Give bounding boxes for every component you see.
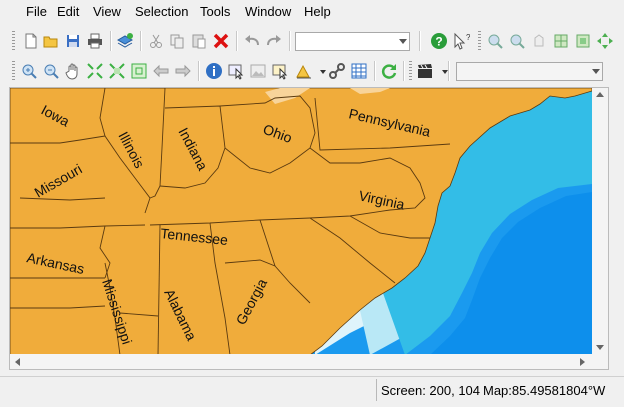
back-icon[interactable] <box>152 62 170 80</box>
separator <box>448 61 450 81</box>
map-canvas[interactable]: Iowa Illinois Indiana Ohio Pennsylvania … <box>9 87 609 370</box>
toolbar-grip[interactable] <box>12 31 15 51</box>
scroll-up-icon[interactable] <box>596 92 604 97</box>
svg-text:?: ? <box>466 33 470 42</box>
toolbar-grip[interactable] <box>409 61 412 81</box>
map-toolbar <box>0 57 624 85</box>
select-icon[interactable] <box>227 62 245 80</box>
separator <box>289 31 291 51</box>
scroll-left-icon[interactable] <box>15 358 20 366</box>
delete-icon[interactable] <box>212 32 230 50</box>
zoom-in-icon[interactable] <box>20 62 38 80</box>
add-layer-icon[interactable] <box>116 32 134 50</box>
undo-icon[interactable] <box>243 32 261 50</box>
chevron-down-icon[interactable] <box>314 62 326 80</box>
vertical-scrollbar[interactable] <box>592 88 608 355</box>
image-icon[interactable] <box>249 62 267 80</box>
whats-this-icon[interactable]: ? <box>452 32 470 50</box>
menu-tools[interactable]: Tools <box>200 4 230 19</box>
select-rect-icon[interactable] <box>271 62 289 80</box>
separator <box>419 31 421 51</box>
new-icon[interactable] <box>22 32 40 50</box>
chevron-down-icon[interactable] <box>436 62 448 80</box>
toolbar-grip[interactable] <box>12 61 15 81</box>
refresh-icon[interactable] <box>380 62 398 80</box>
svg-text:?: ? <box>435 35 442 49</box>
draw-icon[interactable] <box>295 62 313 80</box>
zoom-out-icon[interactable] <box>42 62 60 80</box>
menu-edit[interactable]: Edit <box>57 4 79 19</box>
main-toolbar: ? ? <box>0 27 624 55</box>
zoom-extent-icon[interactable] <box>86 62 104 80</box>
map-svg: Iowa Illinois Indiana Ohio Pennsylvania … <box>10 88 592 355</box>
menu-view[interactable]: View <box>93 4 121 19</box>
separator <box>140 31 142 51</box>
separator <box>198 61 200 81</box>
menu-bar: File Edit View Selection Tools Window He… <box>0 0 624 24</box>
identify-icon[interactable] <box>205 62 223 80</box>
link-icon[interactable] <box>328 62 346 80</box>
open-icon[interactable] <box>42 32 60 50</box>
zoom-in-icon[interactable] <box>486 32 504 50</box>
chevron-down-icon <box>399 39 407 44</box>
full-extent-icon[interactable] <box>108 62 126 80</box>
toolbar-grip[interactable] <box>478 31 481 51</box>
status-screen-coords: Screen: 200, 104 <box>381 383 481 398</box>
menu-window[interactable]: Window <box>245 4 291 19</box>
status-bar: Screen: 200, 104 Map:85.49581804°W <box>0 376 624 407</box>
zoom-selection-icon[interactable] <box>574 32 592 50</box>
scroll-right-icon[interactable] <box>580 358 585 366</box>
zoom-box-icon[interactable] <box>130 62 148 80</box>
pan-icon[interactable] <box>64 62 82 80</box>
separator <box>110 31 112 51</box>
print-icon[interactable] <box>86 32 104 50</box>
clapper-icon[interactable] <box>416 62 434 80</box>
separator <box>403 61 405 81</box>
separator <box>236 31 238 51</box>
scroll-down-icon[interactable] <box>596 345 604 350</box>
cut-icon[interactable] <box>147 32 165 50</box>
separator <box>374 61 376 81</box>
paste-icon[interactable] <box>190 32 208 50</box>
menu-file[interactable]: File <box>26 4 47 19</box>
save-icon[interactable] <box>64 32 82 50</box>
zoom-out-icon[interactable] <box>508 32 526 50</box>
layer-combo[interactable] <box>295 32 410 51</box>
animation-combo[interactable] <box>456 62 603 81</box>
zoom-full-icon[interactable] <box>530 32 548 50</box>
forward-icon[interactable] <box>174 62 192 80</box>
table-icon[interactable] <box>350 62 368 80</box>
zoom-fit-icon[interactable] <box>596 32 614 50</box>
menu-selection[interactable]: Selection <box>135 4 188 19</box>
menu-help[interactable]: Help <box>304 4 331 19</box>
help-icon[interactable]: ? <box>430 32 448 50</box>
status-map-coords: Map:85.49581804°W <box>483 383 606 398</box>
horizontal-scrollbar[interactable] <box>10 354 608 369</box>
status-divider <box>376 379 377 401</box>
copy-icon[interactable] <box>168 32 186 50</box>
zoom-layer-icon[interactable] <box>552 32 570 50</box>
redo-icon[interactable] <box>265 32 283 50</box>
chevron-down-icon <box>592 69 600 74</box>
